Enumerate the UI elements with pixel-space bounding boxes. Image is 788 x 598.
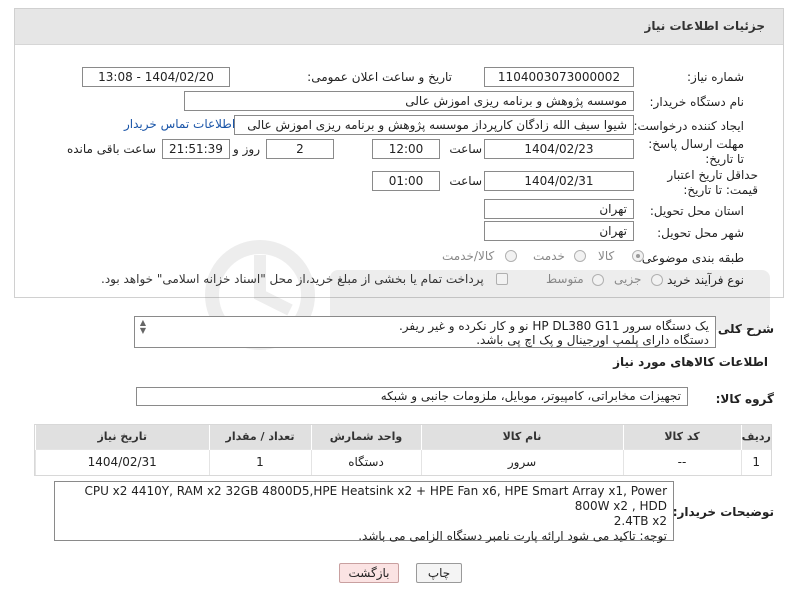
buyer-org-field: موسسه پژوهش و برنامه ریزی اموزش عالی xyxy=(184,91,634,111)
province-field: تهران xyxy=(484,199,634,219)
panel-title: جزئیات اطلاعات نیاز xyxy=(644,19,765,33)
col-header-unit: واحد شمارش xyxy=(310,425,421,449)
remaining-time-field: 21:51:39 xyxy=(162,139,230,159)
description-scroll[interactable]: ▲ ▼ xyxy=(137,319,149,345)
description-line2: دستگاه دارای پلمپ اورجینال و پک اچ پی با… xyxy=(476,333,709,347)
category-label: طبقه بندی موضوعی: xyxy=(637,251,744,265)
payment-note: پرداخت تمام یا بخشی از مبلغ خرید،از محل … xyxy=(101,272,484,286)
process-option-medium: متوسط xyxy=(546,272,584,286)
deadline-time-field: 12:00 xyxy=(372,139,440,159)
category-option-both: کالا/خدمت xyxy=(442,249,495,263)
goods-table: ردیف کد کالا نام کالا واحد شمارش تعداد /… xyxy=(34,424,772,476)
remaining-label: ساعت باقی مانده xyxy=(66,142,156,156)
print-button[interactable]: چاپ xyxy=(416,563,462,583)
city-field: تهران xyxy=(484,221,634,241)
payment-checkbox[interactable] xyxy=(496,273,508,285)
cell-name: سرور xyxy=(420,448,623,475)
validity-label: حداقل تاریخ اعتبار قیمت: تا تاریخ: xyxy=(667,168,758,197)
need-number-label: شماره نیاز: xyxy=(687,70,744,84)
announce-field: 1404/02/20 - 13:08 xyxy=(82,67,230,87)
process-radio-minor[interactable] xyxy=(651,274,663,286)
col-header-date: تاریخ نیاز xyxy=(35,425,209,449)
col-header-name: نام کالا xyxy=(420,425,623,449)
validity-time-label: ساعت xyxy=(449,174,482,188)
city-label: شهر محل تحویل: xyxy=(657,226,744,240)
process-radio-medium[interactable] xyxy=(592,274,604,286)
description-line1: یک دستگاه سرور HP DL380 G11 نو و کار نکر… xyxy=(398,319,709,333)
buyer-notes-line1: CPU x2 4410Y, RAM x2 32GB 4800D5,HPE Hea… xyxy=(84,484,667,513)
buyer-notes-box[interactable]: CPU x2 4410Y, RAM x2 32GB 4800D5,HPE Hea… xyxy=(54,481,674,543)
goods-info-title: اطلاعات کالاهای مورد نیاز xyxy=(613,355,768,369)
col-header-row-number: ردیف xyxy=(740,425,771,449)
validity-time-field: 01:00 xyxy=(372,171,440,191)
process-label: نوع فرآیند خرید : xyxy=(659,273,744,287)
table-row[interactable]: 1 -- سرور دستگاه 1 1404/02/31 xyxy=(35,448,771,475)
process-option-minor: جزیی xyxy=(614,272,642,286)
announce-label: تاریخ و ساعت اعلان عمومی: xyxy=(307,70,452,84)
buyer-notes-line3: توجه: تاکید می شود ارائه پارت نامبر دستگ… xyxy=(358,529,667,543)
validity-date-field: 1404/02/31 xyxy=(484,171,634,191)
deadline-label: مهلت ارسال پاسخ: تا تاریخ: xyxy=(648,137,744,166)
province-label: استان محل تحویل: xyxy=(649,204,744,218)
cell-code: -- xyxy=(622,448,741,475)
scroll-down-icon[interactable]: ▼ xyxy=(137,327,149,335)
description-textarea[interactable]: ▲ ▼ یک دستگاه سرور HP DL380 G11 نو و کار… xyxy=(134,316,716,348)
cell-qty: 1 xyxy=(208,448,311,475)
category-radio-both[interactable] xyxy=(505,250,517,262)
cell-date: 1404/02/31 xyxy=(35,448,209,475)
cell-row-number: 1 xyxy=(740,448,771,475)
buyer-org-label: نام دستگاه خریدار: xyxy=(649,95,745,109)
creator-field: شیوا سیف الله زادگان کارپرداز موسسه پژوه… xyxy=(234,115,634,135)
buyer-notes-label: توضیحات خریدار: xyxy=(672,505,774,519)
category-radio-goods[interactable] xyxy=(632,250,644,262)
col-header-qty: تعداد / مقدار xyxy=(208,425,311,449)
days-label: روز و xyxy=(233,142,260,156)
goods-group-field: تجهیزات مخابراتی، کامپیوتر، موبایل، ملزو… xyxy=(136,387,688,406)
table-header-row: ردیف کد کالا نام کالا واحد شمارش تعداد /… xyxy=(35,425,771,449)
goods-group-label: گروه کالا: xyxy=(715,392,774,406)
category-radio-service[interactable] xyxy=(574,250,586,262)
buyer-contact-link[interactable]: اطلاعات تماس خریدار xyxy=(124,117,235,131)
deadline-time-label: ساعت xyxy=(449,142,482,156)
back-button[interactable]: بازگشت xyxy=(339,563,399,583)
deadline-date-field: 1404/02/23 xyxy=(484,139,634,159)
need-number-field: 1104003073000002 xyxy=(484,67,634,87)
creator-label: ایجاد کننده درخواست: xyxy=(633,119,744,133)
buyer-notes-line2: 2.4TB x2 xyxy=(613,514,667,528)
panel-header: جزئیات اطلاعات نیاز xyxy=(15,9,783,45)
category-option-service: خدمت xyxy=(533,249,565,263)
col-header-code: کد کالا xyxy=(622,425,741,449)
days-field: 2 xyxy=(266,139,334,159)
category-option-goods: کالا xyxy=(598,249,615,263)
cell-unit: دستگاه xyxy=(310,448,421,475)
